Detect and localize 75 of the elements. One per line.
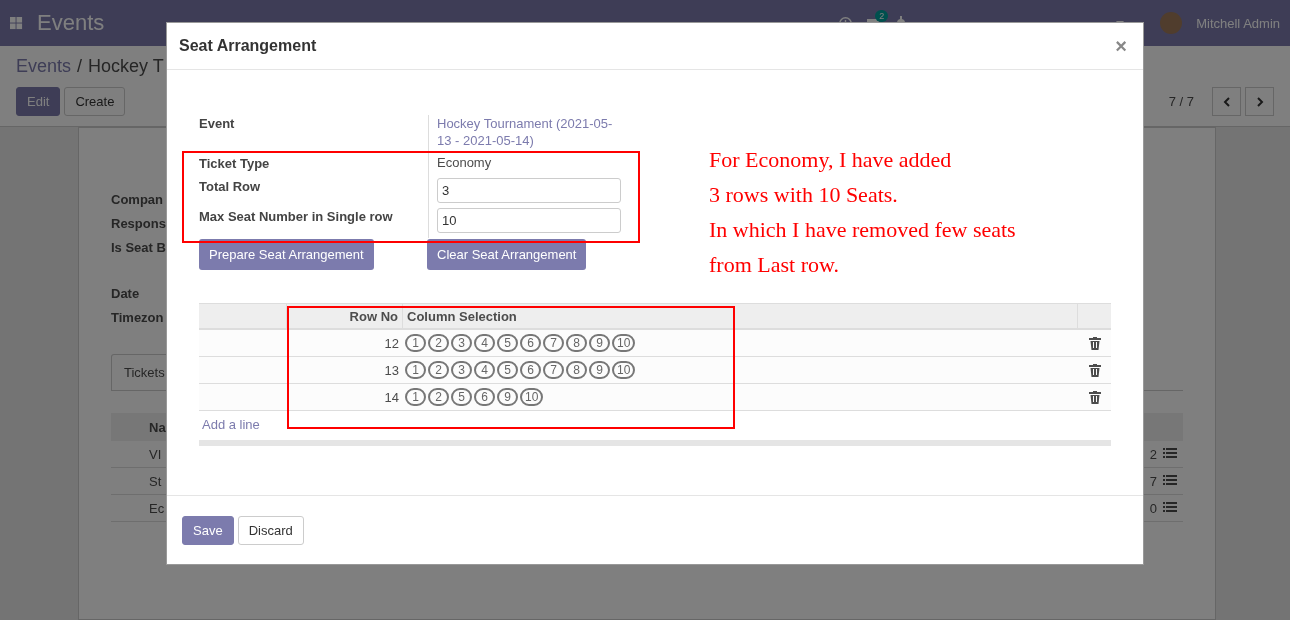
row-number: 12 [383,335,400,351]
table-cell: Ec [149,500,165,516]
discard-button[interactable]: Discard [237,515,304,545]
list-icon [1163,474,1177,488]
seat-chip[interactable]: 8 [566,334,587,352]
app-title: Events [37,10,105,36]
field-value: Economy [437,155,492,170]
list-icon [1163,447,1177,461]
field-label: Event [199,115,236,133]
chevron-right-icon [1254,96,1265,107]
field-label: Date [111,286,140,303]
seat-chip[interactable]: 8 [566,361,587,379]
create-button[interactable]: Create [64,87,126,116]
trash-icon [1088,390,1101,404]
dialog-title: Seat Arrangement [179,37,317,55]
pager-value: 7 / 7 [1168,94,1194,109]
seat-chip[interactable]: 7 [543,361,564,379]
breadcrumb-separator: / [77,56,83,77]
close-button[interactable]: × [1111,34,1131,58]
seat-chip[interactable]: 4 [474,334,495,352]
trash-icon [1088,336,1101,350]
save-button[interactable]: Save [182,515,234,545]
table-cell: 2 [1149,446,1157,462]
previous-button[interactable] [1212,87,1241,116]
table-cell: 7 [1149,473,1157,489]
row-number: 14 [383,389,400,405]
field-label: Compan [111,192,163,209]
seat-chip[interactable]: 9 [589,334,610,352]
seat-chip[interactable]: 6 [520,334,541,352]
seat-chip[interactable]: 5 [451,388,472,406]
field-label: Respons [111,216,166,233]
seat-chip[interactable]: 6 [520,361,541,379]
trash-icon [1088,363,1101,377]
breadcrumb-current: Hockey T [88,56,164,77]
seat-chip[interactable]: 3 [451,361,472,379]
column-header: Na [149,419,166,435]
input-field[interactable]: 10 [437,208,621,233]
seat-chip[interactable]: 5 [497,361,518,379]
event-link[interactable]: Hockey Tournament (2021-05-13 - 2021-05-14) [437,115,622,149]
seat-chip[interactable]: 1 [405,334,426,352]
table-cell: VI [149,446,162,462]
clear-button[interactable]: Clear Seat Arrangement [427,239,587,270]
seat-chip[interactable]: 2 [428,388,449,406]
input-field[interactable]: 3 [437,178,621,203]
field-label: Is Seat B [111,240,166,257]
seat-chip[interactable]: 3 [451,334,472,352]
seat-chip[interactable]: 10 [612,334,636,352]
seat-chip[interactable]: 9 [497,388,518,406]
field-label: Max Seat Number in Single row [199,208,394,226]
seat-chip[interactable]: 10 [612,361,636,379]
seat-chip[interactable]: 5 [497,334,518,352]
annotation-text: For Economy, I have added 3 rows with 10 Seats. In which I have removed few seats from Last row. [709,146,1016,279]
field-label: Total Row [199,178,262,196]
table-cell: 0 [1149,500,1157,516]
prepare-button[interactable]: Prepare Seat Arrangement [199,239,374,270]
list-icon [1163,501,1177,515]
count-badge: 2 [875,10,889,22]
field-label: Ticket Type [199,155,271,173]
row-number: 13 [383,362,400,378]
seat-chip[interactable]: 1 [405,388,426,406]
seat-chip[interactable]: 7 [543,334,564,352]
seat-chip[interactable]: 9 [589,361,610,379]
seat-chip[interactable]: 1 [405,361,426,379]
chevron-left-icon [1221,96,1232,107]
avatar [1160,12,1183,34]
seat-chip[interactable]: 10 [520,388,544,406]
seat-chip[interactable]: 6 [474,388,495,406]
seat-chip[interactable]: 4 [474,361,495,379]
next-button[interactable] [1245,87,1274,116]
seat-chip[interactable]: 2 [428,361,449,379]
table-cell: St [149,473,162,489]
seat-chip[interactable]: 2 [428,334,449,352]
add-line-link[interactable]: Add a line [199,411,263,438]
apps-icon [10,16,23,30]
field-label: Timezon [111,310,164,327]
